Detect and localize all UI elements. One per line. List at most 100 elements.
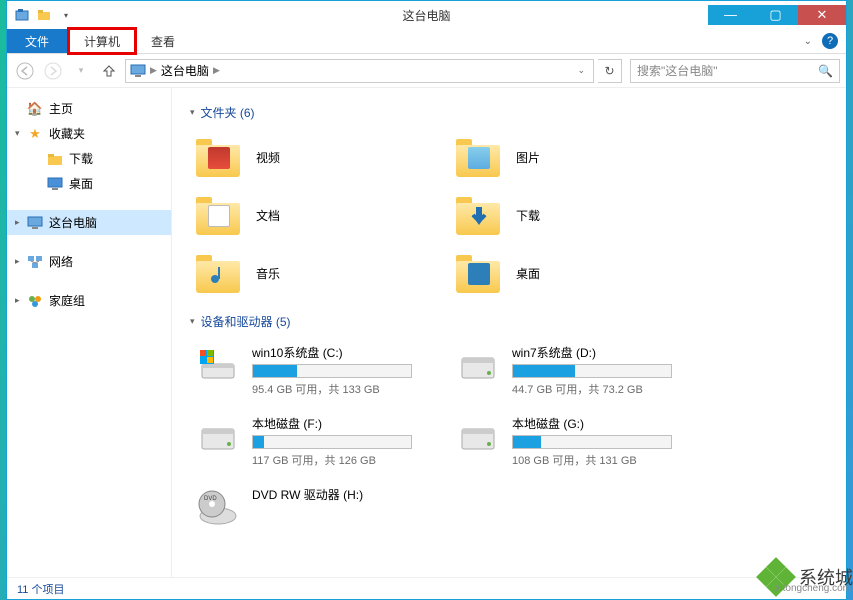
nav-up-button[interactable] xyxy=(97,59,121,83)
qat-dropdown-icon[interactable]: ▾ xyxy=(57,6,75,24)
ribbon-tabs: 文件 计算机 查看 ⌄ ? xyxy=(7,29,846,54)
drive-item[interactable]: 本地磁盘 (F:) 117 GB 可用，共 126 GB xyxy=(190,411,440,472)
drive-name: win10系统盘 (C:) xyxy=(252,344,436,361)
folder-label: 桌面 xyxy=(516,265,540,282)
drive-free-text: 95.4 GB 可用，共 133 GB xyxy=(252,381,436,397)
sidebar-item-thispc[interactable]: ▸这台电脑 xyxy=(7,210,171,235)
folder-icon xyxy=(454,251,502,295)
refresh-button[interactable]: ↻ xyxy=(598,59,622,83)
folder-label: 视频 xyxy=(256,149,280,166)
sidebar-item-homegroup[interactable]: ▸家庭组 xyxy=(7,288,171,313)
chevron-right-icon[interactable]: ▸ xyxy=(15,295,20,306)
breadcrumb-root[interactable]: 这台电脑 xyxy=(161,62,209,79)
sidebar-item-network[interactable]: ▸网络 xyxy=(7,249,171,274)
drive-icon: DVD xyxy=(194,486,242,530)
status-item-count: 11 个项目 xyxy=(17,581,64,597)
network-icon xyxy=(27,254,43,270)
folders-grid: 视频 图片文档 下载音乐 桌面 xyxy=(190,131,828,299)
homegroup-icon xyxy=(27,293,43,309)
folder-icon xyxy=(47,151,63,167)
drive-usage-bar xyxy=(252,364,412,378)
pc-icon xyxy=(130,64,146,78)
drive-free-text: 44.7 GB 可用，共 73.2 GB xyxy=(512,381,696,397)
svg-text:DVD: DVD xyxy=(204,496,217,502)
qat-newfolder-icon[interactable] xyxy=(35,6,53,24)
sidebar-item-desktop[interactable]: 桌面 xyxy=(7,171,171,196)
folder-icon xyxy=(454,193,502,237)
folder-label: 下载 xyxy=(516,207,540,224)
drive-icon xyxy=(454,344,502,388)
chevron-right-icon[interactable]: ▸ xyxy=(15,217,20,228)
drive-item[interactable]: win7系统盘 (D:) 44.7 GB 可用，共 73.2 GB xyxy=(450,340,700,401)
folder-label: 文档 xyxy=(256,207,280,224)
drive-icon xyxy=(194,344,242,388)
drive-name: DVD RW 驱动器 (H:) xyxy=(252,486,436,503)
window-buttons: — ▢ ✕ xyxy=(708,6,846,25)
chevron-down-icon: ▾ xyxy=(190,107,195,118)
chevron-down-icon: ▾ xyxy=(190,316,195,327)
ribbon-tab-file[interactable]: 文件 xyxy=(7,29,67,53)
sidebar: 🏠主页 ▾★收藏夹 下载 桌面 ▸这台电脑 ▸网络 ▸家庭组 xyxy=(7,88,172,577)
close-button[interactable]: ✕ xyxy=(798,5,846,25)
nav-forward-button[interactable] xyxy=(41,59,65,83)
qat-properties-icon[interactable] xyxy=(13,6,31,24)
star-icon: ★ xyxy=(27,126,43,142)
nav-back-button[interactable] xyxy=(13,59,37,83)
home-icon: 🏠 xyxy=(27,101,43,117)
folder-item[interactable]: 音乐 xyxy=(190,247,440,299)
drive-name: win7系统盘 (D:) xyxy=(512,344,696,361)
help-icon[interactable]: ? xyxy=(822,33,838,49)
watermark: 系统城 xitongcheng.com xyxy=(759,560,853,594)
drive-free-text: 117 GB 可用，共 126 GB xyxy=(252,452,436,468)
drive-usage-bar xyxy=(252,435,412,449)
drive-name: 本地磁盘 (F:) xyxy=(252,415,436,432)
status-bar: 11 个项目 xyxy=(7,577,846,599)
drive-item[interactable]: DVD DVD RW 驱动器 (H:) xyxy=(190,482,440,534)
drives-grid: win10系统盘 (C:) 95.4 GB 可用，共 133 GB win7系统盘 … xyxy=(190,340,828,534)
folder-icon xyxy=(194,135,242,179)
chevron-right-icon[interactable]: ▶ xyxy=(150,65,157,76)
folder-item[interactable]: 视频 xyxy=(190,131,440,183)
folder-item[interactable]: 下载 xyxy=(450,189,700,241)
address-dropdown-icon[interactable]: ⌄ xyxy=(573,65,589,76)
chevron-right-icon[interactable]: ▸ xyxy=(15,256,20,267)
ribbon-tab-view[interactable]: 查看 xyxy=(137,29,189,53)
search-input[interactable]: 搜索"这台电脑" 🔍 xyxy=(630,59,840,83)
section-folders-header[interactable]: ▾文件夹 (6) xyxy=(190,104,828,121)
minimize-button[interactable]: — xyxy=(708,5,753,25)
folder-icon xyxy=(454,135,502,179)
chevron-down-icon[interactable]: ▾ xyxy=(15,128,20,139)
drive-icon xyxy=(454,415,502,459)
section-drives-header[interactable]: ▾设备和驱动器 (5) xyxy=(190,313,828,330)
sidebar-item-favorites[interactable]: ▾★收藏夹 xyxy=(7,121,171,146)
nav-recent-dropdown[interactable]: ▾ xyxy=(69,59,93,83)
folder-label: 音乐 xyxy=(256,265,280,282)
drive-item[interactable]: 本地磁盘 (G:) 108 GB 可用，共 131 GB xyxy=(450,411,700,472)
ribbon-expand-icon[interactable]: ⌄ xyxy=(804,36,812,47)
search-icon: 🔍 xyxy=(818,64,833,78)
sidebar-item-home[interactable]: 🏠主页 xyxy=(7,96,171,121)
folder-icon xyxy=(194,193,242,237)
folder-item[interactable]: 图片 xyxy=(450,131,700,183)
quick-access-toolbar: ▾ xyxy=(13,6,75,24)
address-bar[interactable]: ▶ 这台电脑 ▶ ⌄ xyxy=(125,59,594,83)
drive-name: 本地磁盘 (G:) xyxy=(512,415,696,432)
folder-item[interactable]: 文档 xyxy=(190,189,440,241)
drive-free-text: 108 GB 可用，共 131 GB xyxy=(512,452,696,468)
search-placeholder: 搜索"这台电脑" xyxy=(637,62,718,79)
desktop-icon xyxy=(47,176,63,192)
pc-icon xyxy=(27,215,43,231)
titlebar: ▾ 这台电脑 — ▢ ✕ xyxy=(7,1,846,29)
window-title: 这台电脑 xyxy=(402,7,450,24)
drive-usage-bar xyxy=(512,435,672,449)
main-pane: ▾文件夹 (6) 视频 图片文档 下载音乐 桌面 ▾设备和驱动器 (5) win10系… xyxy=(172,88,846,577)
maximize-button[interactable]: ▢ xyxy=(753,5,798,25)
folder-label: 图片 xyxy=(516,149,540,166)
watermark-sub: xitongcheng.com xyxy=(775,583,851,594)
drive-item[interactable]: win10系统盘 (C:) 95.4 GB 可用，共 133 GB xyxy=(190,340,440,401)
sidebar-item-downloads[interactable]: 下载 xyxy=(7,146,171,171)
chevron-right-icon[interactable]: ▶ xyxy=(213,65,220,76)
ribbon-tab-computer[interactable]: 计算机 xyxy=(67,27,137,55)
folder-icon xyxy=(194,251,242,295)
folder-item[interactable]: 桌面 xyxy=(450,247,700,299)
